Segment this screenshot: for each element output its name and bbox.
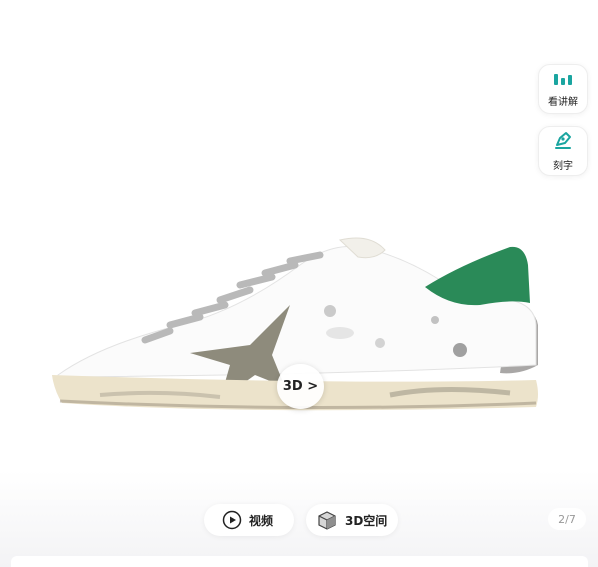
product-gallery[interactable]: 看讲解 刻字 3D > 视频 3D空间 2/7 <box>0 0 598 567</box>
cube-icon <box>316 510 338 530</box>
3d-space-tab-label: 3D空间 <box>345 513 388 528</box>
commentary-label: 看讲解 <box>548 96 578 108</box>
pen-icon <box>553 130 573 154</box>
play-icon <box>222 510 242 530</box>
image-counter: 2/7 <box>548 508 586 530</box>
gallery-bottom-fade <box>0 470 598 567</box>
commentary-button[interactable]: 看讲解 <box>538 64 588 114</box>
details-panel-edge <box>11 556 588 567</box>
3d-space-tab[interactable]: 3D空间 <box>306 504 398 536</box>
bar-chart-icon <box>553 71 573 90</box>
engrave-button[interactable]: 刻字 <box>538 126 588 176</box>
engrave-label: 刻字 <box>553 161 573 172</box>
video-tab[interactable]: 视频 <box>204 504 294 536</box>
video-tab-label: 视频 <box>249 513 274 528</box>
view-3d-badge[interactable]: 3D > <box>277 364 324 409</box>
